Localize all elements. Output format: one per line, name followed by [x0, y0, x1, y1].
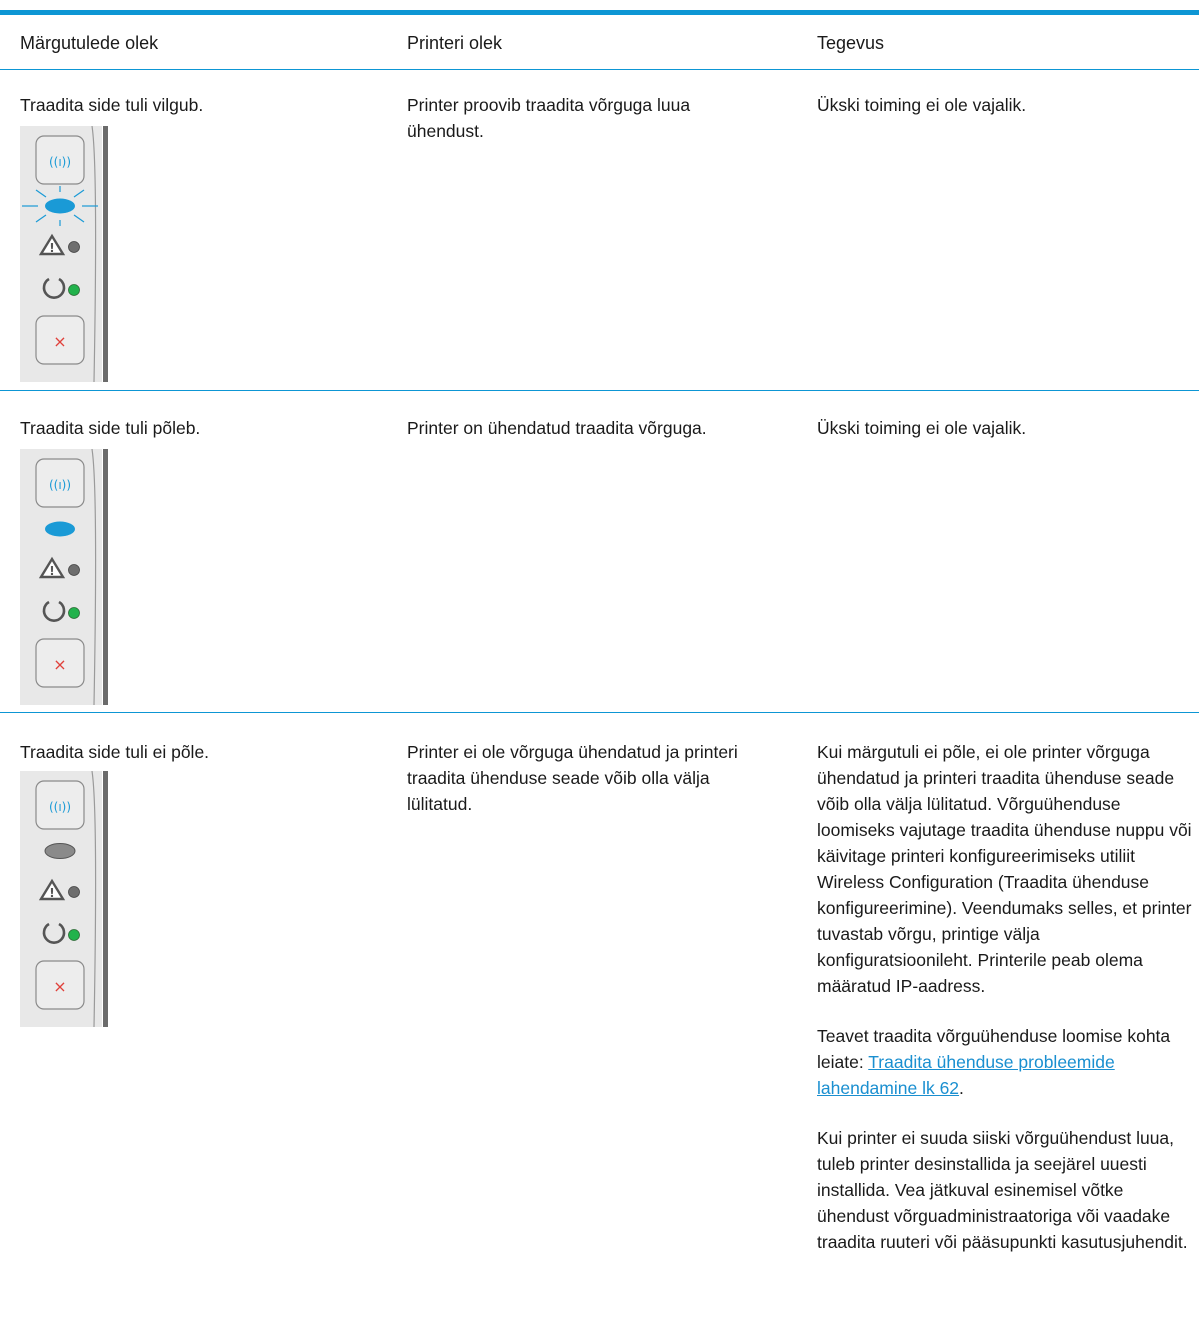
svg-text:((ı)): ((ı)) [49, 800, 71, 814]
cancel-x-icon: × [35, 638, 85, 688]
action-paragraph-link: Teavet traadita võrguühenduse loomise ko… [817, 1023, 1199, 1101]
control-panel-illustration: ((ı)) ! × [20, 126, 120, 382]
action-paragraph: Kui märgutuli ei põle, ei ole printer võ… [817, 742, 1192, 996]
wireless-led-off [44, 843, 76, 859]
action-paragraph: Kui printer ei suuda siiski võrguühendus… [817, 1128, 1188, 1252]
light-state-text: Traadita side tuli vilgub. [20, 95, 204, 115]
printer-state-text: Printer ei ole võrguga ühendatud ja prin… [407, 742, 738, 814]
control-panel-illustration: ((ı)) ! × [20, 771, 120, 1027]
table-row: Traadita side tuli ei põle. Printer ei o… [0, 713, 1199, 1323]
header-action: Tegevus [817, 33, 885, 53]
light-state-text: Traadita side tuli põleb. [20, 418, 201, 438]
table-row: Traadita side tuli vilgub. Printer proov… [0, 70, 1199, 391]
wireless-icon: ((ı)) [35, 458, 85, 508]
header-printer-state: Printeri olek [407, 33, 503, 53]
action-text: Ükski toiming ei ole vajalik. [817, 95, 1027, 115]
printer-state-text: Printer on ühendatud traadita võrguga. [407, 418, 707, 438]
action-text: Ükski toiming ei ole vajalik. [817, 418, 1027, 438]
header-light-state: Märgutulede olek [20, 33, 159, 53]
cancel-x-icon: × [35, 960, 85, 1010]
svg-text:!: ! [49, 886, 54, 900]
svg-text:((ı)): ((ı)) [49, 478, 71, 492]
cancel-x-icon: × [35, 315, 85, 365]
wireless-led-on [45, 521, 75, 537]
control-panel-illustration: ((ı)) ! × [20, 449, 120, 705]
action-cell: Kui märgutuli ei põle, ei ole printer võ… [817, 739, 1199, 1279]
svg-text:×: × [53, 332, 66, 351]
table-header: Märgutulede olek Printeri olek Tegevus [0, 15, 1199, 70]
wireless-icon: ((ı)) [35, 780, 85, 830]
svg-text:((ı)): ((ı)) [49, 155, 71, 169]
wireless-icon: ((ı)) [35, 135, 85, 185]
svg-text:×: × [53, 977, 66, 996]
led-status-table: Märgutulede olek Printeri olek Tegevus T… [0, 15, 1199, 1323]
svg-text:!: ! [49, 564, 54, 578]
svg-text:×: × [53, 655, 66, 674]
printer-state-text: Printer proovib traadita võrguga luua üh… [407, 95, 691, 141]
link-suffix: . [959, 1078, 964, 1098]
light-state-text: Traadita side tuli ei põle. [20, 742, 210, 762]
table-row: Traadita side tuli põleb. Printer on ühe… [0, 391, 1199, 713]
svg-text:!: ! [49, 241, 54, 255]
